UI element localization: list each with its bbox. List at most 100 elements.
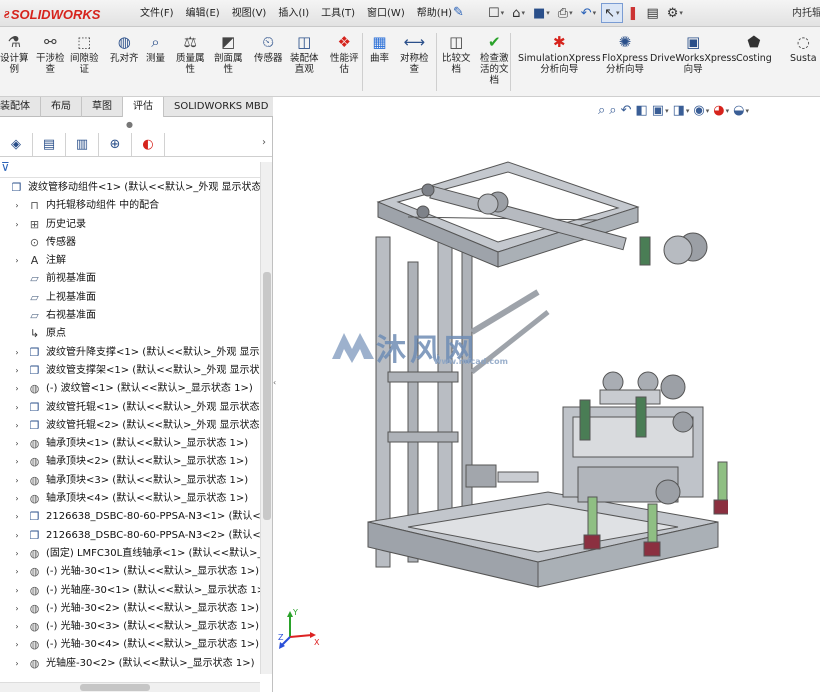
expand-arrow-icon[interactable]: › <box>12 435 22 453</box>
expand-arrow-icon[interactable]: › <box>12 636 22 654</box>
assembly-model[interactable] <box>348 142 728 622</box>
section-view-button[interactable]: ◧ <box>635 103 647 118</box>
menu-item-5[interactable]: 窗口(W) <box>361 0 411 27</box>
tree-node[interactable]: › ◍ (-) 光轴-30<2> (默认<<默认>_显示状态 1>) <box>0 600 260 618</box>
tool-sustainability[interactable]: ◌ Susta <box>790 31 817 64</box>
configurationmanager-tab[interactable]: ▥ <box>66 133 99 156</box>
options-button[interactable]: ⚙ ▾ <box>664 3 686 23</box>
expand-arrow-icon[interactable]: › <box>12 380 22 398</box>
scrollbar-thumb-h[interactable] <box>80 684 150 691</box>
print-button[interactable]: ⎙ ▾ <box>555 3 576 23</box>
tool-simulationxpress[interactable]: ✱ SimulationXpress 分析向导 <box>518 31 601 75</box>
tab-4[interactable]: SOLIDWORKS MBD <box>164 97 280 117</box>
tree-node[interactable]: › ◍ (-) 波纹管<1> (默认<<默认>_显示状态 1>) <box>0 380 260 398</box>
tool-compare-documents[interactable]: ◫ 比较文 档 <box>442 31 471 75</box>
tool-symmetry-check[interactable]: ⟷ 对称检 查 <box>400 31 429 75</box>
hide-show-items-button[interactable]: ◉ ▾ <box>693 103 709 118</box>
expand-arrow-icon[interactable]: › <box>12 655 22 673</box>
tab-0[interactable]: 装配体 <box>0 97 41 117</box>
expand-arrow-icon[interactable]: › <box>12 563 22 581</box>
expand-arrow-icon[interactable]: › <box>12 417 22 435</box>
open-button[interactable]: ⌂ ▾ <box>509 3 528 23</box>
menu-item-4[interactable]: 工具(T) <box>315 0 361 27</box>
tool-clearance[interactable]: ⬚ 间隙验 证 <box>70 31 99 75</box>
rebuild-button[interactable]: ❚ <box>625 3 642 23</box>
tree-node[interactable]: ⊙ 传感器 <box>0 234 260 252</box>
expand-arrow-icon[interactable]: › <box>12 399 22 417</box>
tool-costing[interactable]: ⬟ Costing <box>736 31 772 64</box>
tree-node[interactable]: › A 注解 <box>0 252 260 270</box>
expand-arrow-icon[interactable]: › <box>12 618 22 636</box>
save-button[interactable]: ■ ▾ <box>530 3 553 23</box>
tree-node[interactable]: ↳ 原点 <box>0 325 260 343</box>
tool-mass-properties[interactable]: ⚖ 质量属 性 <box>176 31 205 75</box>
tree-node[interactable]: › ❐ 波纹管托辊<2> (默认<<默认>_外观 显示状态- <box>0 417 260 435</box>
edit-appearance-button[interactable]: ◕ ▾ <box>713 103 729 118</box>
propertymanager-tab[interactable]: ▤ <box>33 133 66 156</box>
tool-curvature[interactable]: ▦ 曲率 <box>370 31 389 64</box>
solidworks-logo[interactable]: ƨ SOLIDWORKS <box>4 5 100 23</box>
menu-item-2[interactable]: 视图(V) <box>226 0 273 27</box>
tree-node[interactable]: › ◍ (-) 光轴座-30<1> (默认<<默认>_显示状态 1>) <box>0 582 260 600</box>
tree-node[interactable]: › ◍ 轴承顶块<2> (默认<<默认>_显示状态 1>) <box>0 453 260 471</box>
tab-3[interactable]: 评估 <box>123 97 164 117</box>
undo-button[interactable]: ↶ ▾ <box>578 3 599 23</box>
tree-node[interactable]: › ◍ (-) 光轴-30<1> (默认<<默认>_显示状态 1>) <box>0 563 260 581</box>
tool-check-active-document[interactable]: ✔ 检查激 活的文 档 <box>480 31 509 86</box>
tool-hole-alignment[interactable]: ◍ 孔对齐 <box>110 31 139 64</box>
expand-arrow-icon[interactable]: › <box>12 508 22 526</box>
tool-design-table[interactable]: ⚗ 设计算 例 <box>0 31 29 75</box>
tree-node[interactable]: ▱ 右视基准面 <box>0 307 260 325</box>
tree-node[interactable]: › ❐ 波纹管托辊<1> (默认<<默认>_外观 显示状态- <box>0 399 260 417</box>
tool-driveworksxpress[interactable]: ▣ DriveWorksXpress 向导 <box>650 31 736 75</box>
display-style-button[interactable]: ◨ ▾ <box>673 103 690 118</box>
graphics-area[interactable]: ⌕ ⌕ ↶ ◧ ▣ ▾ ◨ ▾ ◉ ▾ ◕ ▾ ◒ ▾ 沐风网 www.mfca… <box>278 97 820 692</box>
apply-scene-button[interactable]: ◒ ▾ <box>733 103 749 118</box>
expand-arrow-icon[interactable]: › <box>12 216 22 234</box>
expand-arrow-icon[interactable]: › <box>12 252 22 270</box>
expand-arrow-icon[interactable]: › <box>12 600 22 618</box>
view-orientation-button[interactable]: ▣ ▾ <box>652 103 669 118</box>
previous-view-button[interactable]: ↶ <box>621 103 632 118</box>
zoom-to-area-button[interactable]: ⌕ <box>609 103 616 118</box>
menu-item-3[interactable]: 插入(I) <box>272 0 315 27</box>
tab-2[interactable]: 草图 <box>82 97 123 117</box>
menu-item-1[interactable]: 编辑(E) <box>180 0 226 27</box>
tree-node[interactable]: › ◍ 轴承顶块<4> (默认<<默认>_显示状态 1>) <box>0 490 260 508</box>
tree-node[interactable]: › ❐ 2126638_DSBC-80-60-PPSA-N3<2> (默认<< <box>0 527 260 545</box>
tool-measure[interactable]: ⌕ 测量 <box>146 31 165 64</box>
tool-assembly-visualization[interactable]: ◫ 装配体 直观 <box>290 31 319 75</box>
panel-grip[interactable]: ● <box>126 120 133 129</box>
pin-icon[interactable]: ✎ <box>453 5 464 20</box>
expand-arrow-icon[interactable]: › <box>12 545 22 563</box>
expand-arrow-icon[interactable]: › <box>12 527 22 545</box>
tree-vertical-scrollbar[interactable] <box>260 162 272 674</box>
select-button[interactable]: ↖ ▾ <box>601 3 623 23</box>
filter-icon[interactable]: ⊽ <box>1 160 10 174</box>
expand-arrow-icon[interactable]: › <box>12 362 22 380</box>
tree-node[interactable]: › ⊓ 内托辊移动组件 中的配合 <box>0 197 260 215</box>
zoom-to-fit-button[interactable]: ⌕ <box>598 103 605 118</box>
tree-node[interactable]: › ⊞ 历史记录 <box>0 216 260 234</box>
tool-performance-evaluation[interactable]: ❖ 性能评 估 <box>330 31 359 75</box>
menu-item-0[interactable]: 文件(F) <box>134 0 180 27</box>
menu-item-6[interactable]: 帮助(H) <box>411 0 458 27</box>
tree-node[interactable]: › ◍ (-) 光轴-30<3> (默认<<默认>_显示状态 1>) <box>0 618 260 636</box>
expand-arrow-icon[interactable]: › <box>12 197 22 215</box>
panel-collapse-arrow-icon[interactable]: › <box>262 137 266 148</box>
tree-node[interactable]: ▱ 上视基准面 <box>0 289 260 307</box>
tool-floxpress[interactable]: ✺ FloXpress 分析向导 <box>602 31 648 75</box>
dimxpert-tab[interactable]: ⊕ <box>99 133 132 156</box>
tree-node[interactable]: › ◍ (固定) LMFC30L直线轴承<1> (默认<<默认>_显 <box>0 545 260 563</box>
tool-section-properties[interactable]: ◩ 剖面属 性 <box>214 31 243 75</box>
display-manager-tab[interactable]: ◐ <box>132 133 165 156</box>
tree-node[interactable]: › ❐ 2126638_DSBC-80-60-PPSA-N3<1> (默认<< <box>0 508 260 526</box>
tool-interference[interactable]: ⚯ 干涉检 查 <box>36 31 65 75</box>
tab-1[interactable]: 布局 <box>41 97 82 117</box>
scrollbar-thumb[interactable] <box>263 272 271 520</box>
expand-arrow-icon[interactable]: › <box>12 490 22 508</box>
tree-node[interactable]: ❐ 波纹管移动组件<1> (默认<<默认>_外观 显示状态- <box>0 179 260 197</box>
tree-horizontal-scrollbar[interactable] <box>0 682 260 692</box>
tree-node[interactable]: › ❐ 波纹管支撑架<1> (默认<<默认>_外观 显示状态 <box>0 362 260 380</box>
tree-node[interactable]: › ◍ 光轴座-30<2> (默认<<默认>_显示状态 1>) <box>0 655 260 673</box>
